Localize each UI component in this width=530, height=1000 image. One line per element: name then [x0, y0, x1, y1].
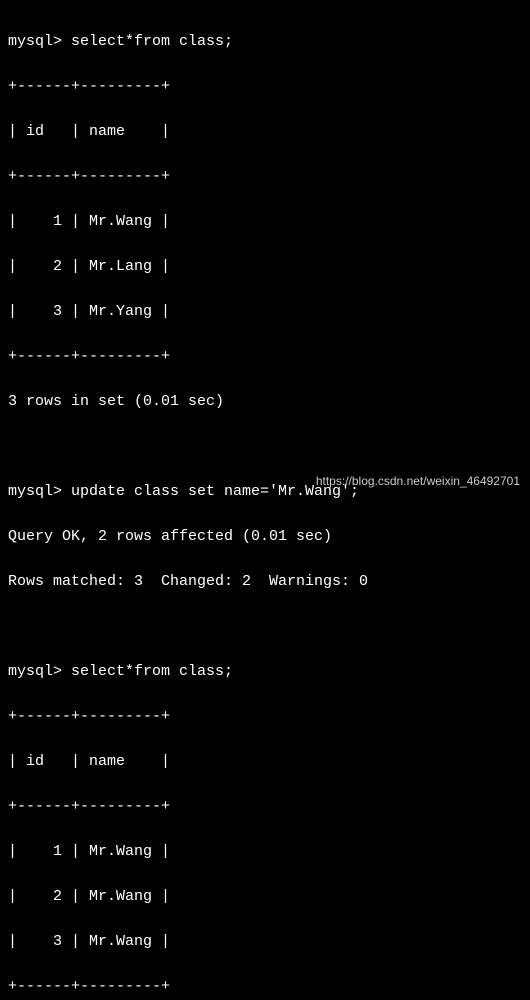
- table-border: +------+---------+: [8, 706, 522, 729]
- prompt: mysql>: [8, 483, 71, 500]
- terminal-output: mysql> select*from class; +------+------…: [8, 8, 522, 1000]
- table-border: +------+---------+: [8, 166, 522, 189]
- table-border: +------+---------+: [8, 796, 522, 819]
- prompt: mysql>: [8, 663, 71, 680]
- blank-line: [8, 616, 522, 639]
- prompt: mysql>: [8, 33, 71, 50]
- table-row: | 2 | Mr.Wang |: [8, 886, 522, 909]
- table-row: | 3 | Mr.Wang |: [8, 931, 522, 954]
- table-row: | 1 | Mr.Wang |: [8, 841, 522, 864]
- table-row: | 3 | Mr.Yang |: [8, 301, 522, 324]
- result-summary: 3 rows in set (0.01 sec): [8, 391, 522, 414]
- table-border: +------+---------+: [8, 76, 522, 99]
- table-header: | id | name |: [8, 751, 522, 774]
- table-header: | id | name |: [8, 121, 522, 144]
- query-result: Query OK, 2 rows affected (0.01 sec): [8, 526, 522, 549]
- command-line[interactable]: mysql> select*from class;: [8, 31, 522, 54]
- table-border: +------+---------+: [8, 976, 522, 999]
- blank-line: [8, 436, 522, 459]
- table-row: | 2 | Mr.Lang |: [8, 256, 522, 279]
- query-stats: Rows matched: 3 Changed: 2 Warnings: 0: [8, 571, 522, 594]
- command-line[interactable]: mysql> select*from class;: [8, 661, 522, 684]
- watermark: https://blog.csdn.net/weixin_46492701: [316, 472, 520, 490]
- command-text: select*from class;: [71, 663, 233, 680]
- command-text: select*from class;: [71, 33, 233, 50]
- table-border: +------+---------+: [8, 346, 522, 369]
- table-row: | 1 | Mr.Wang |: [8, 211, 522, 234]
